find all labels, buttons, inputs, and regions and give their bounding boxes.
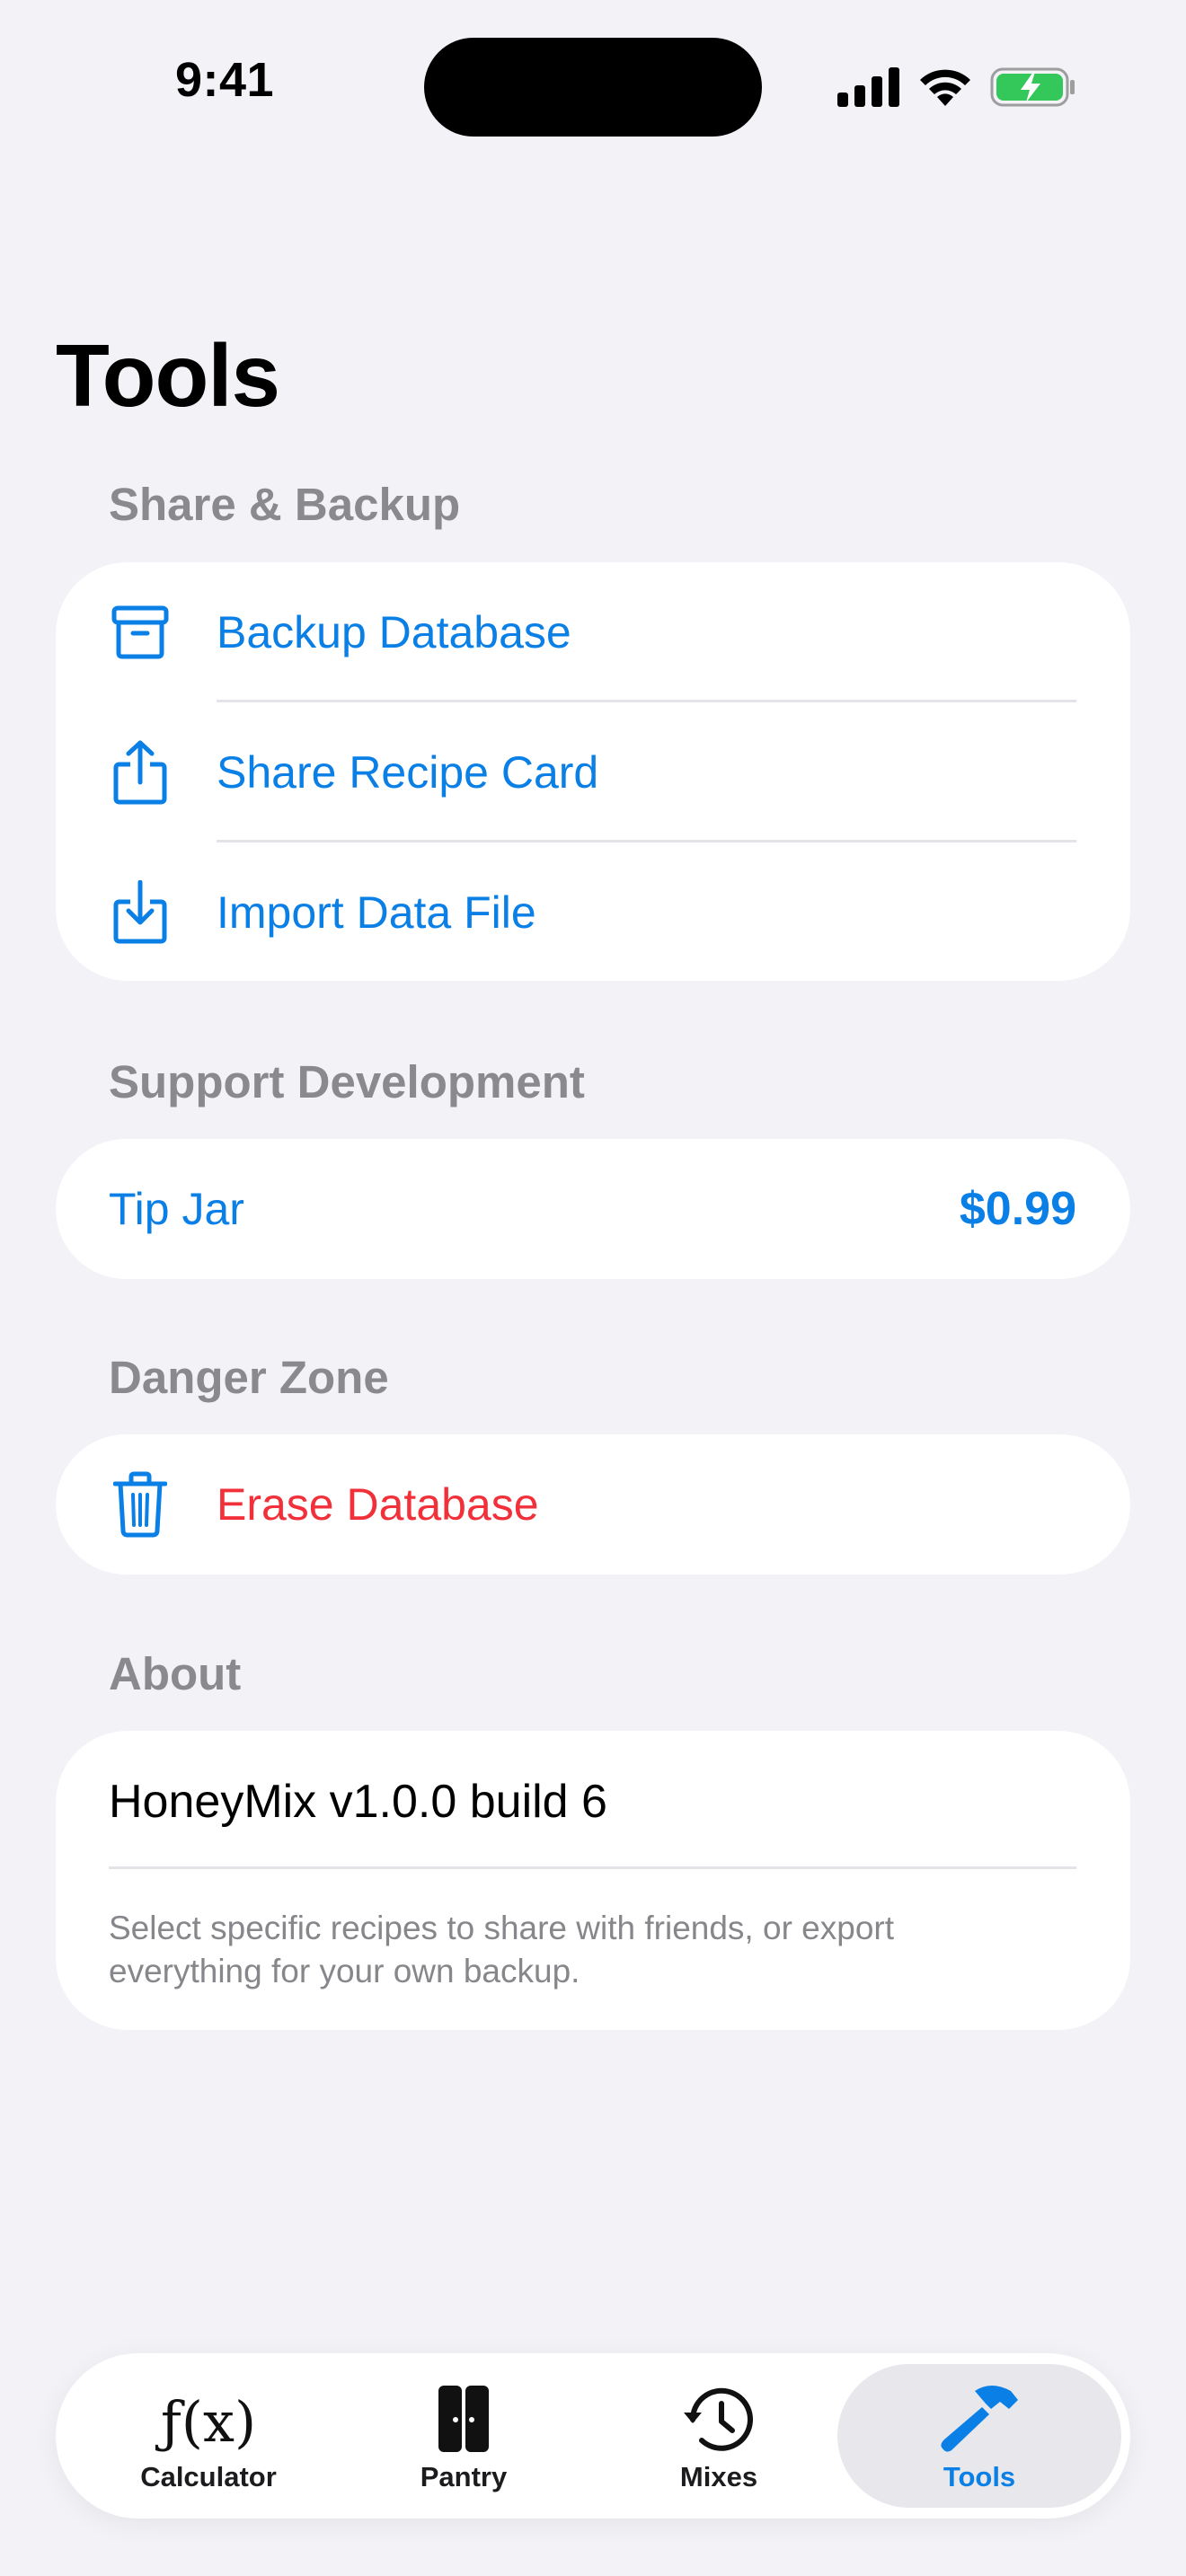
section-header-about: About: [109, 1648, 242, 1699]
section-header-support: Support Development: [109, 1056, 585, 1107]
section-header-danger: Danger Zone: [109, 1352, 389, 1403]
tools-screen: 9:41 Tools Share & Backup Backup Databas…: [0, 0, 1186, 2576]
import-icon: [110, 842, 171, 981]
tip-jar-row[interactable]: Tip Jar $0.99: [56, 1139, 1130, 1279]
tab-calculator-label: Calculator: [140, 2461, 277, 2492]
battery-charging-icon: [990, 67, 1075, 107]
page-title: Tools: [56, 326, 280, 425]
danger-card: Erase Database: [56, 1434, 1130, 1575]
wifi-icon: [920, 69, 970, 106]
cellular-signal-icon: [837, 67, 899, 107]
cabinet-icon: [437, 2371, 491, 2454]
history-clock-icon: [682, 2371, 756, 2454]
share-recipe-card-label: Share Recipe Card: [217, 747, 599, 798]
tab-mixes[interactable]: Mixes: [593, 2364, 845, 2508]
status-icons: [837, 65, 1076, 110]
erase-database-label: Erase Database: [217, 1479, 539, 1530]
erase-database-row[interactable]: Erase Database: [56, 1434, 1130, 1575]
tab-pantry[interactable]: Pantry: [338, 2364, 589, 2508]
tab-bar: ƒ(x) Calculator Pantry Mixes Tools: [56, 2353, 1130, 2519]
hammer-icon: [939, 2371, 1020, 2454]
tip-jar-label: Tip Jar: [109, 1184, 244, 1234]
app-version: HoneyMix v1.0.0 build 6: [109, 1776, 607, 1828]
archive-box-icon: [110, 562, 171, 702]
about-card: HoneyMix v1.0.0 build 6 Select specific …: [56, 1731, 1130, 2030]
tab-tools-label: Tools: [943, 2461, 1016, 2492]
row-divider: [109, 1866, 1076, 1869]
share-recipe-card-row[interactable]: Share Recipe Card: [56, 702, 1130, 842]
tip-jar-price[interactable]: $0.99: [960, 1139, 1076, 1279]
status-time: 9:41: [174, 53, 275, 107]
tab-mixes-label: Mixes: [679, 2461, 758, 2492]
support-card: Tip Jar $0.99: [56, 1139, 1130, 1279]
backup-database-row[interactable]: Backup Database: [56, 562, 1130, 702]
function-icon: ƒ(x): [160, 2389, 257, 2455]
tab-calculator[interactable]: ƒ(x) Calculator: [83, 2364, 334, 2508]
share-icon: [110, 702, 171, 842]
tab-tools[interactable]: Tools: [837, 2364, 1121, 2508]
import-data-file-label: Import Data File: [217, 887, 536, 938]
share-backup-card: Backup Database Share Recipe Card Import…: [56, 562, 1130, 981]
dynamic-island: [424, 38, 762, 137]
backup-database-label: Backup Database: [217, 607, 571, 657]
about-note: Select specific recipes to share with fr…: [109, 1910, 894, 1989]
section-header-share-backup: Share & Backup: [109, 479, 461, 530]
import-data-file-row[interactable]: Import Data File: [56, 842, 1130, 981]
tab-pantry-label: Pantry: [420, 2461, 508, 2492]
trash-icon: [110, 1434, 171, 1575]
